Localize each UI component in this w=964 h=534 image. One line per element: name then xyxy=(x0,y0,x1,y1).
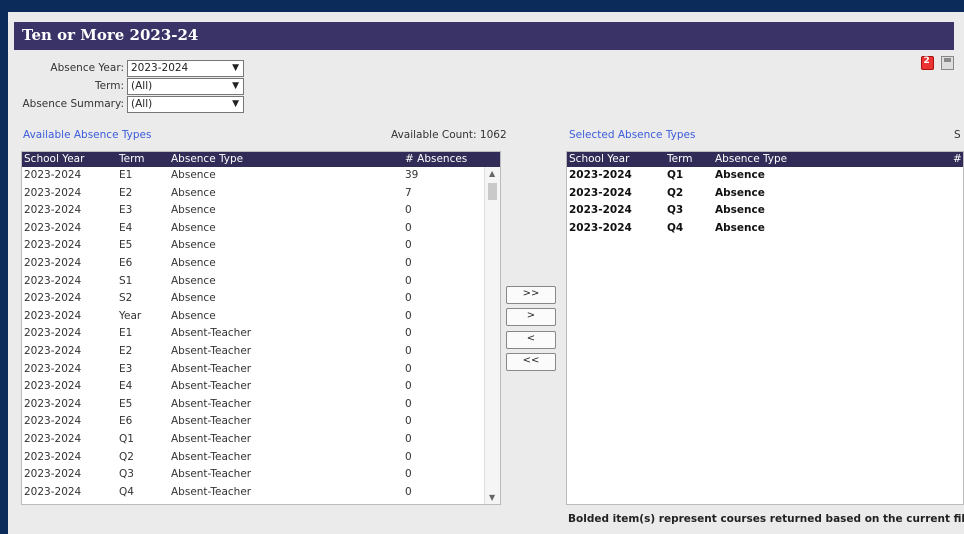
col-absence-type: Absence Type xyxy=(715,153,788,165)
table-row[interactable]: 2023-2024 E6 Absence 0 xyxy=(22,255,500,273)
scroll-up-icon[interactable]: ▲ xyxy=(489,169,495,178)
table-row[interactable]: 2023-2024 Q1 Absence xyxy=(567,167,963,185)
table-row[interactable]: 2023-2024 Q3 Absent-Teacher 0 xyxy=(22,466,500,484)
term-select[interactable]: (All) ▼ xyxy=(127,78,244,95)
table-row[interactable]: 2023-2024 E4 Absence 0 xyxy=(22,220,500,238)
selected-title: Selected Absence Types xyxy=(569,129,696,141)
table-row[interactable]: 2023-2024 Q4 Absence xyxy=(567,220,963,238)
available-title: Available Absence Types xyxy=(23,129,152,141)
table-row[interactable]: 2023-2024 E1 Absence 39 xyxy=(22,167,500,185)
term-row: Term: (All) ▼ xyxy=(8,78,248,95)
table-row[interactable]: 2023-2024 Q2 Absence xyxy=(567,185,963,203)
table-row[interactable]: 2023-2024 Q1 Absent-Teacher 0 xyxy=(22,431,500,449)
table-row[interactable]: 2023-2024 Year Absence 0 xyxy=(22,308,500,326)
table-row[interactable]: 2023-2024 E2 Absent-Teacher 0 xyxy=(22,343,500,361)
table-row[interactable]: 2023-2024 E3 Absence 0 xyxy=(22,202,500,220)
table-row[interactable]: 2023-2024 E6 Absent-Teacher 0 xyxy=(22,413,500,431)
add-button[interactable]: > xyxy=(506,308,556,326)
absence-year-value: 2023-2024 xyxy=(131,62,189,74)
save-icon[interactable] xyxy=(941,56,954,70)
report-panel: Ten or More 2023-24 Absence Year: 2023-2… xyxy=(8,12,964,534)
table-row[interactable]: 2023-2024 E2 Absence 7 xyxy=(22,185,500,203)
toolbar-icons xyxy=(917,56,954,70)
term-value: (All) xyxy=(131,80,153,92)
absence-year-label: Absence Year: xyxy=(50,62,124,74)
footer-note: Bolded item(s) represent courses returne… xyxy=(568,513,964,525)
table-row[interactable]: 2023-2024 E3 Absent-Teacher 0 xyxy=(22,361,500,379)
available-header: School Year Term Absence Type # Absences xyxy=(22,152,500,167)
remove-button[interactable]: < xyxy=(506,331,556,349)
chevron-down-icon: ▼ xyxy=(232,63,239,73)
absence-summary-value: (All) xyxy=(131,98,153,110)
table-row[interactable]: 2023-2024 Q3 Absence xyxy=(567,202,963,220)
absence-summary-label: Absence Summary: xyxy=(22,98,124,110)
available-count: Available Count: 1062 xyxy=(391,129,507,141)
absence-year-row: Absence Year: 2023-2024 ▼ xyxy=(8,60,248,77)
selected-rows: 2023-2024 Q1 Absence 2023-2024 Q2 Absence 20… xyxy=(567,167,963,237)
table-row[interactable]: 2023-2024 E4 Absent-Teacher 0 xyxy=(22,378,500,396)
remove-all-button[interactable]: << xyxy=(506,353,556,371)
page-title: Ten or More 2023-24 xyxy=(22,26,199,44)
col-school-year: School Year xyxy=(24,153,85,165)
add-all-button[interactable]: >> xyxy=(506,286,556,304)
selected-header: School Year Term Absence Type # xyxy=(567,152,963,167)
chevron-down-icon: ▼ xyxy=(232,99,239,109)
col-term: Term xyxy=(667,153,693,165)
title-bar: Ten or More 2023-24 xyxy=(14,22,954,50)
table-row[interactable]: 2023-2024 E5 Absent-Teacher 0 xyxy=(22,396,500,414)
term-label: Term: xyxy=(95,80,124,92)
scroll-down-icon[interactable]: ▼ xyxy=(489,493,495,502)
col-absences: # xyxy=(953,153,962,165)
absence-year-select[interactable]: 2023-2024 ▼ xyxy=(127,60,244,77)
col-absences: # Absences xyxy=(405,153,468,165)
refresh-icon[interactable] xyxy=(920,56,934,70)
col-absence-type: Absence Type xyxy=(171,153,244,165)
absence-summary-row: Absence Summary: (All) ▼ xyxy=(8,96,248,113)
selected-count: S xyxy=(954,129,961,141)
table-row[interactable]: 2023-2024 E1 Absent-Teacher 0 xyxy=(22,325,500,343)
available-table: School Year Term Absence Type # Absences… xyxy=(21,151,501,505)
table-row[interactable]: 2023-2024 S2 Absence 0 xyxy=(22,290,500,308)
table-row[interactable]: 2023-2024 E5 Absence 0 xyxy=(22,237,500,255)
absence-summary-select[interactable]: (All) ▼ xyxy=(127,96,244,113)
table-row[interactable]: 2023-2024 Q4 Absent-Teacher 0 xyxy=(22,484,500,502)
available-rows: 2023-2024 E1 Absence 39 2023-2024 E2 Absence 7… xyxy=(22,167,500,501)
chevron-down-icon: ▼ xyxy=(232,81,239,91)
table-row[interactable]: 2023-2024 S1 Absence 0 xyxy=(22,273,500,291)
available-scrollbar[interactable]: ▲ ▼ xyxy=(484,167,500,504)
col-term: Term xyxy=(119,153,145,165)
selected-table: School Year Term Absence Type # 2023-202… xyxy=(566,151,964,505)
scroll-thumb[interactable] xyxy=(488,183,497,200)
table-row[interactable]: 2023-2024 Q2 Absent-Teacher 0 xyxy=(22,449,500,467)
col-school-year: School Year xyxy=(569,153,630,165)
